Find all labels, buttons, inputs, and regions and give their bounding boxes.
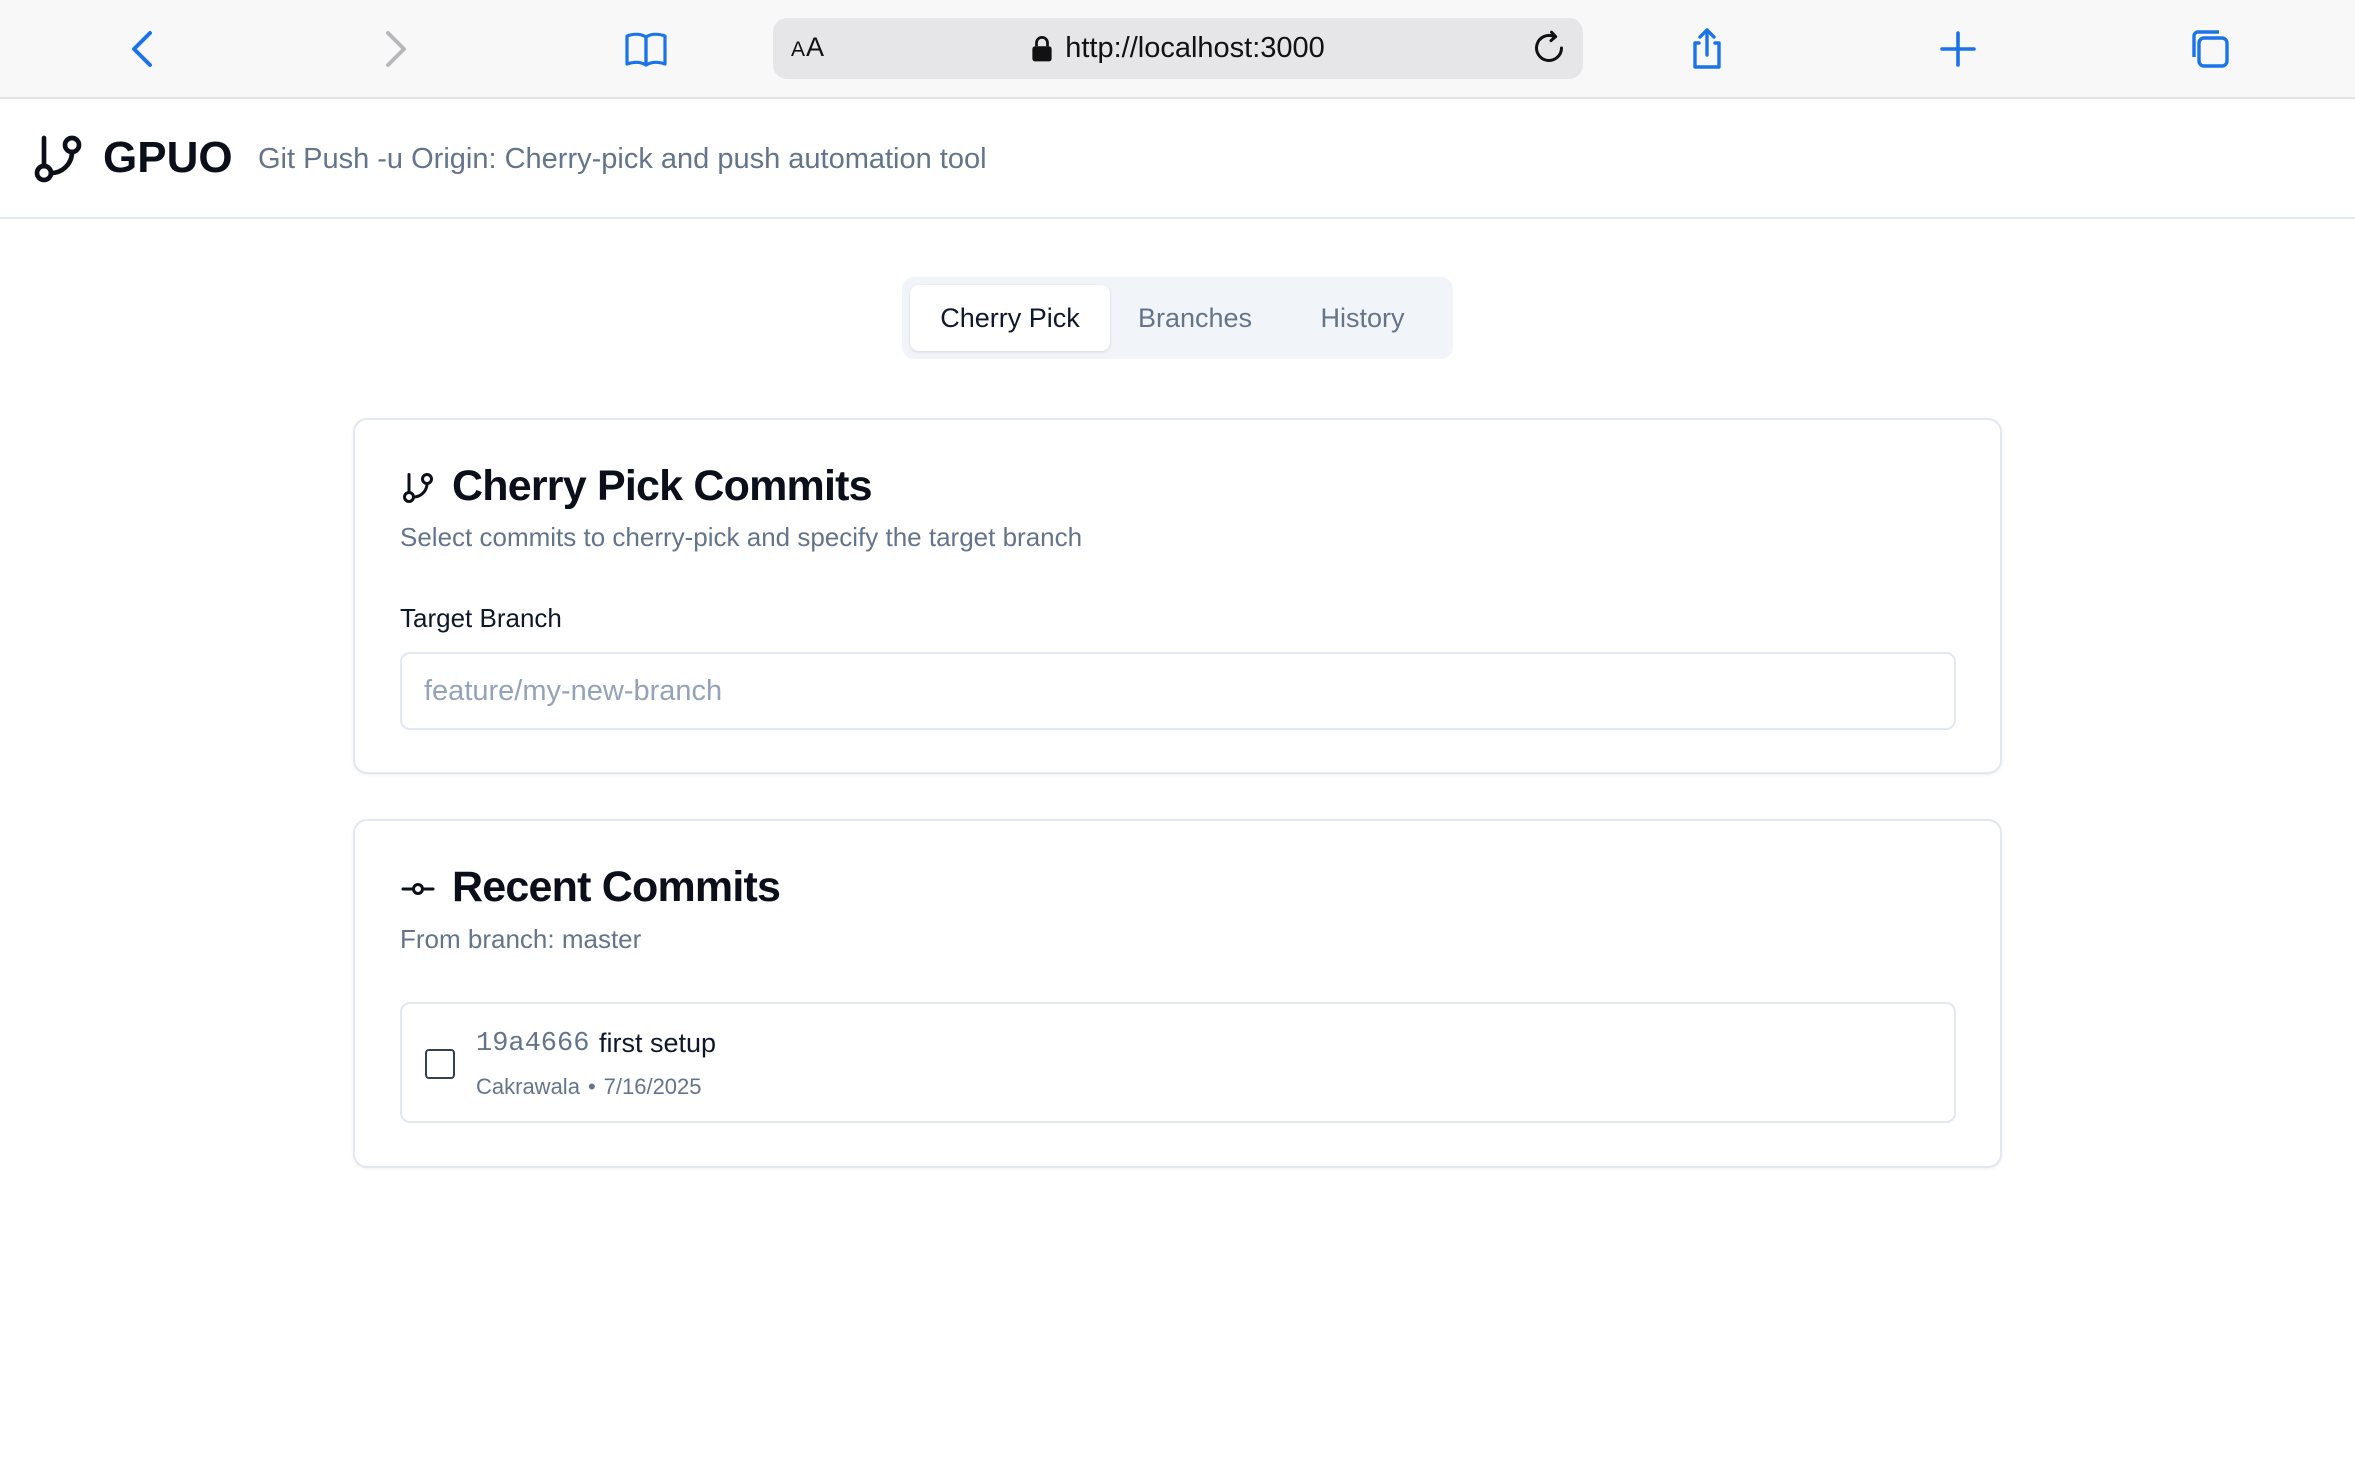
cherry-pick-card: Cherry Pick Commits Select commits to ch…	[353, 418, 2002, 774]
tab-branches[interactable]: Branches	[1110, 285, 1280, 351]
target-branch-label: Target Branch	[400, 603, 562, 633]
forward-button[interactable]	[364, 19, 424, 79]
tab-cherry-pick[interactable]: Cherry Pick	[910, 285, 1110, 351]
git-branch-icon	[400, 470, 436, 511]
book-icon	[625, 32, 667, 67]
address-bar[interactable]: AA http://localhost:3000	[773, 18, 1583, 79]
git-commit-icon	[400, 871, 436, 912]
bookmarks-button[interactable]	[616, 19, 676, 79]
tab-history[interactable]: History	[1280, 285, 1445, 351]
app-header: GPUO Git Push -u Origin: Cherry-pick and…	[0, 101, 2355, 219]
commit-author: Cakrawala	[476, 1074, 580, 1099]
commit-hash: 19a4666	[476, 1029, 590, 1059]
reload-icon[interactable]	[1529, 28, 1569, 73]
card-title: Cherry Pick Commits	[452, 462, 873, 510]
new-tab-button[interactable]	[1928, 19, 1988, 79]
meta-separator: •	[587, 1074, 596, 1099]
chevron-right-icon	[386, 31, 406, 67]
app-title: GPUO	[103, 133, 233, 182]
chevron-left-icon	[132, 31, 152, 67]
lock-icon	[1031, 35, 1053, 63]
tabs-icon	[2192, 30, 2229, 68]
from-branch-text: From branch: master	[400, 924, 642, 954]
back-button[interactable]	[114, 19, 174, 79]
main-tabs: Cherry Pick Branches History	[902, 277, 1453, 359]
share-button[interactable]	[1677, 19, 1737, 79]
app-subtitle: Git Push -u Origin: Cherry-pick and push…	[258, 143, 987, 175]
url-text[interactable]: http://localhost:3000	[1065, 32, 1325, 65]
target-branch-input[interactable]	[400, 652, 1956, 730]
recent-commits-card: Recent Commits From branch: master 19a46…	[353, 819, 2002, 1168]
share-icon	[1693, 28, 1721, 69]
card-title: Recent Commits	[452, 863, 781, 911]
tabs-overview-button[interactable]	[2180, 19, 2240, 79]
card-description: Select commits to cherry-pick and specif…	[400, 522, 1083, 552]
commit-row[interactable]: 19a4666 first setup Cakrawala • 7/16/202…	[400, 1002, 1956, 1123]
plus-icon	[1940, 31, 1976, 67]
commit-checkbox[interactable]	[425, 1049, 455, 1079]
commit-meta: Cakrawala • 7/16/2025	[476, 1074, 702, 1100]
git-branch-icon	[30, 131, 86, 192]
commit-message: first setup	[599, 1028, 717, 1058]
commit-date: 7/16/2025	[603, 1074, 702, 1099]
browser-toolbar: AA http://localhost:3000	[0, 0, 2355, 99]
